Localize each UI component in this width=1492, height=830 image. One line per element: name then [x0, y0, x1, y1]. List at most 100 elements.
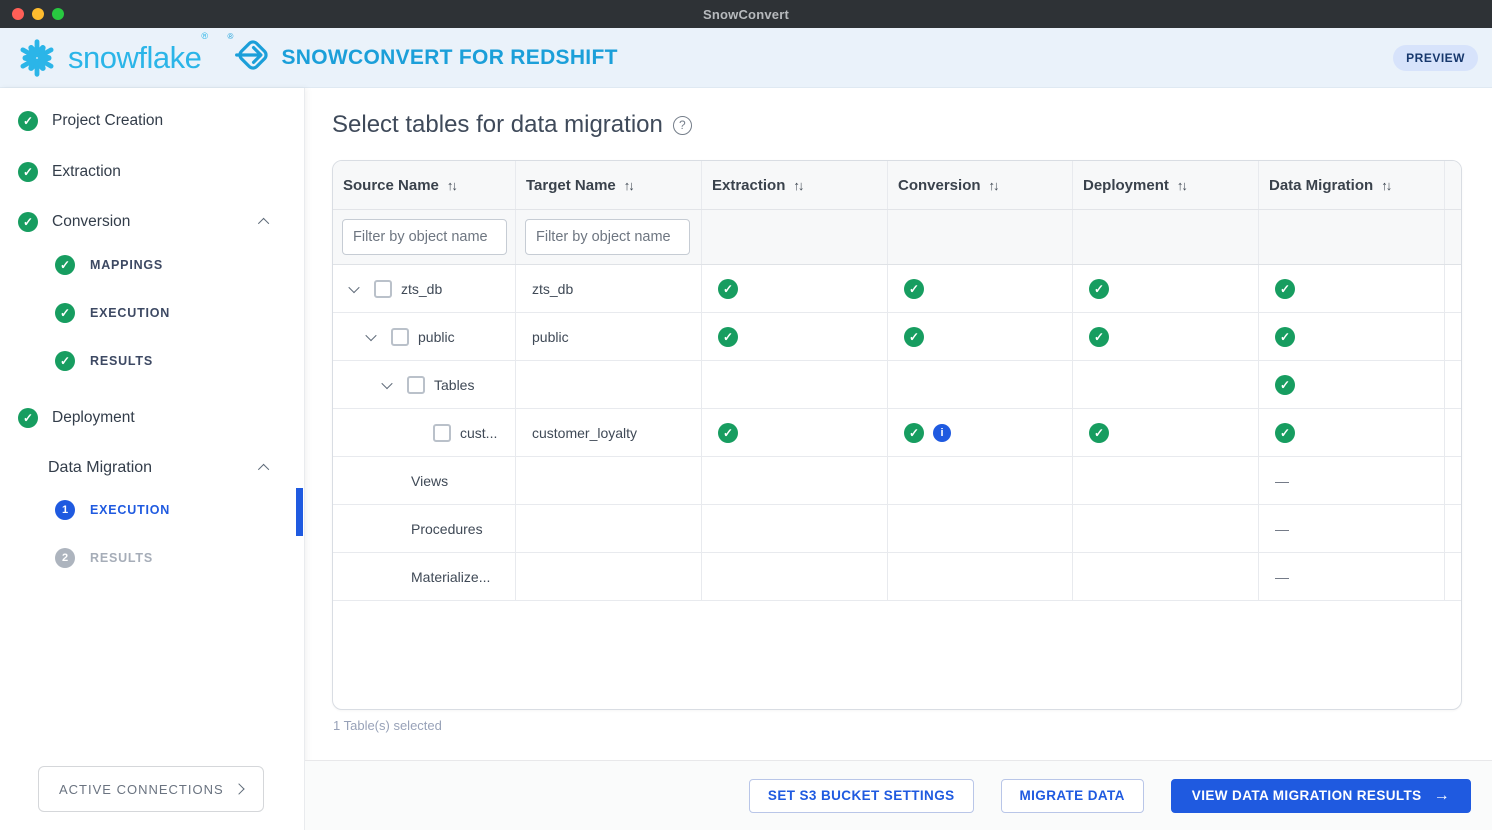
expand-chevron-icon[interactable] [348, 281, 360, 293]
table-row: zts_db zts_db ✓ ✓ ✓ ✓ [333, 265, 1461, 313]
chevron-right-icon [233, 783, 245, 795]
sidebar-item-conversion-mappings[interactable]: ✓ MAPPINGS [55, 254, 163, 276]
success-check-icon: ✓ [718, 422, 738, 443]
window-titlebar: SnowConvert [0, 0, 1492, 28]
extraction-status: ✓ [702, 409, 888, 456]
sort-icon[interactable]: ↑↓ [1381, 178, 1392, 193]
registered-mark: ® [201, 31, 208, 41]
row-checkbox[interactable] [391, 327, 409, 346]
conversion-status [888, 457, 1073, 504]
preview-badge: PREVIEW [1393, 44, 1478, 71]
conversion-status [888, 505, 1073, 552]
sidebar-item-conversion[interactable]: ✓ Conversion [18, 210, 130, 234]
sort-icon[interactable]: ↑↓ [793, 178, 804, 193]
conversion-status [888, 361, 1073, 408]
not-applicable-dash: — [1275, 520, 1289, 537]
chevron-up-icon[interactable] [257, 463, 270, 476]
deployment-status [1073, 361, 1259, 408]
success-check-icon: ✓ [18, 408, 38, 428]
success-check-icon: ✓ [1089, 422, 1109, 443]
table-row: public public ✓ ✓ ✓ ✓ [333, 313, 1461, 361]
success-check-icon: ✓ [1089, 278, 1109, 299]
snowconvert-logo: ® [228, 32, 272, 79]
column-header-target-name[interactable]: Target Name ↑↓ [516, 161, 702, 209]
migrate-data-button[interactable]: MIGRATE DATA [1000, 778, 1144, 813]
success-check-icon: ✓ [55, 351, 75, 371]
extraction-status [702, 505, 888, 552]
success-check-icon: ✓ [18, 111, 38, 131]
conversion-status: ✓ i [888, 409, 1073, 456]
table-row: Views — [333, 457, 1461, 505]
success-check-icon: ✓ [1275, 422, 1295, 443]
success-check-icon: ✓ [1275, 326, 1295, 347]
snowflake-brand: snowflake® [14, 31, 208, 81]
info-icon[interactable]: i [933, 423, 951, 442]
close-button[interactable] [12, 8, 24, 20]
sidebar-item-data-migration[interactable]: Data Migration [48, 456, 152, 480]
column-header-source-name[interactable]: Source Name ↑↓ [333, 161, 516, 209]
expand-chevron-icon[interactable] [365, 329, 377, 341]
sort-icon[interactable]: ↑↓ [989, 178, 1000, 193]
conversion-status: ✓ [888, 265, 1073, 312]
data-migration-status: ✓ [1259, 361, 1445, 408]
success-check-icon: ✓ [1089, 326, 1109, 347]
sidebar-item-project-creation[interactable]: ✓ Project Creation [18, 109, 163, 133]
column-header-deployment[interactable]: Deployment ↑↓ [1073, 161, 1259, 209]
sidebar-item-data-migration-execution[interactable]: 1 EXECUTION [55, 499, 170, 521]
window-title: SnowConvert [703, 6, 789, 22]
expand-chevron-icon[interactable] [381, 377, 393, 389]
fullscreen-button[interactable] [52, 8, 64, 20]
minimize-button[interactable] [32, 8, 44, 20]
app-window: SnowConvert snowflake® ® SNOWCONVERT FOR… [0, 0, 1492, 830]
sidebar-item-extraction[interactable]: ✓ Extraction [18, 160, 121, 184]
registered-mark: ® [227, 32, 234, 41]
sidebar-item-deployment[interactable]: ✓ Deployment [18, 406, 135, 430]
column-header-extraction[interactable]: Extraction ↑↓ [702, 161, 888, 209]
row-checkbox[interactable] [407, 375, 425, 394]
column-header-conversion[interactable]: Conversion ↑↓ [888, 161, 1073, 209]
success-check-icon: ✓ [1275, 374, 1295, 395]
extraction-status: ✓ [702, 265, 888, 312]
extraction-status [702, 361, 888, 408]
row-checkbox[interactable] [374, 279, 392, 298]
deployment-status [1073, 457, 1259, 504]
table-row: Tables ✓ [333, 361, 1461, 409]
success-check-icon: ✓ [904, 278, 924, 299]
view-data-migration-results-button[interactable]: VIEW DATA MIGRATION RESULTS → [1170, 778, 1471, 813]
success-check-icon: ✓ [718, 278, 738, 299]
column-header-data-migration[interactable]: Data Migration ↑↓ [1259, 161, 1445, 209]
active-step-indicator [296, 488, 303, 536]
page-title-row: Select tables for data migration ? [332, 111, 692, 139]
target-name-filter-input[interactable] [525, 219, 690, 255]
sidebar-item-conversion-execution[interactable]: ✓ EXECUTION [55, 302, 170, 324]
row-checkbox[interactable] [433, 423, 451, 442]
app-header: snowflake® ® SNOWCONVERT FOR REDSHIFT PR… [0, 28, 1492, 88]
sidebar-item-data-migration-results[interactable]: 2 RESULTS [55, 547, 153, 569]
help-icon[interactable]: ? [672, 115, 692, 135]
data-migration-status: — [1259, 457, 1445, 504]
data-migration-status: ✓ [1259, 313, 1445, 360]
deployment-status: ✓ [1073, 265, 1259, 312]
extraction-status: ✓ [702, 313, 888, 360]
sort-icon[interactable]: ↑↓ [624, 178, 635, 193]
source-name-filter-input[interactable] [342, 219, 507, 255]
selection-count-note: 1 Table(s) selected [333, 718, 442, 733]
extraction-status [702, 457, 888, 504]
sort-icon[interactable]: ↑↓ [1177, 178, 1188, 193]
deployment-status: ✓ [1073, 313, 1259, 360]
window-controls [12, 8, 64, 20]
deployment-status [1073, 505, 1259, 552]
extraction-status [702, 553, 888, 600]
data-migration-status: ✓ [1259, 409, 1445, 456]
sort-icon[interactable]: ↑↓ [447, 178, 458, 193]
success-check-icon: ✓ [55, 255, 75, 275]
data-migration-status: — [1259, 505, 1445, 552]
chevron-up-icon[interactable] [257, 217, 270, 230]
set-s3-bucket-settings-button[interactable]: SET S3 BUCKET SETTINGS [748, 778, 974, 813]
active-connections-button[interactable]: ACTIVE CONNECTIONS [38, 766, 264, 812]
brand-wordmark: snowflake® [68, 31, 208, 75]
table-header-row: Source Name ↑↓ Target Name ↑↓ Extraction… [333, 161, 1461, 210]
success-check-icon: ✓ [718, 326, 738, 347]
header-gutter [1445, 161, 1461, 209]
sidebar-item-conversion-results[interactable]: ✓ RESULTS [55, 350, 153, 372]
